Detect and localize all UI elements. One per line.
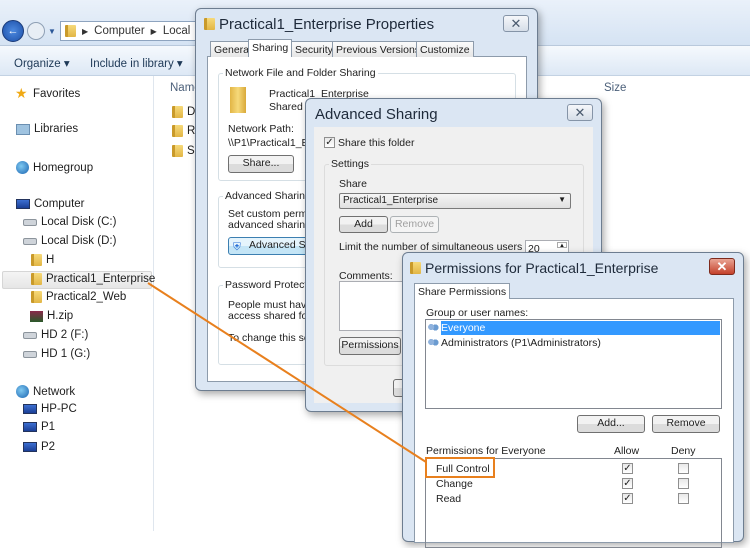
- annotation-highlight-box: [425, 457, 495, 478]
- annotation-arrow-line: [147, 282, 427, 463]
- annotation-overlay: [147, 282, 495, 478]
